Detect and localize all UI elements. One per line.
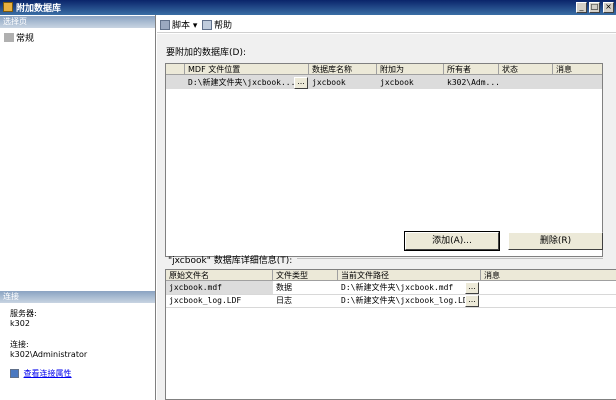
- close-button[interactable]: ×: [603, 2, 614, 13]
- connection-value: k302\Administrator: [10, 350, 88, 359]
- database-icon: [3, 2, 13, 12]
- owner-cell[interactable]: k302\Adm...: [444, 76, 499, 89]
- add-button[interactable]: 添加(A)...: [404, 231, 500, 251]
- current-path-cell[interactable]: D:\新建文件夹\jxcbook.mdf: [338, 281, 466, 294]
- grid-header[interactable]: 附加为: [377, 64, 444, 75]
- original-file-name-cell[interactable]: jxcbook_log.LDF: [166, 294, 273, 307]
- connection-label: 连接:: [10, 340, 29, 349]
- grid-header[interactable]: 状态: [499, 64, 553, 75]
- message-cell: [553, 76, 602, 89]
- select-page-header: 选择页: [0, 16, 155, 28]
- left-pane: 选择页 常规 连接 服务器: k302 连接: k302\Administrat…: [0, 15, 156, 400]
- page-icon: [4, 33, 14, 42]
- title-bar: 附加数据库 _ □ ×: [0, 0, 616, 15]
- browse-path-button[interactable]: ...: [465, 282, 479, 294]
- grid-header[interactable]: 文件类型: [273, 270, 338, 281]
- grid-header-blank: [166, 64, 185, 75]
- nav-item-general[interactable]: 常规: [4, 31, 34, 44]
- message-cell: [481, 281, 616, 294]
- file-type-cell: 日志: [276, 296, 292, 305]
- main-panel: 要附加的数据库(D): MDF 文件位置 数据库名称 附加为 所有者 状态 消息…: [157, 34, 616, 400]
- grid-header[interactable]: 所有者: [444, 64, 499, 75]
- divider: [297, 258, 603, 259]
- minimize-button[interactable]: _: [576, 2, 587, 13]
- attach-section-label: 要附加的数据库(D):: [166, 48, 246, 58]
- mdf-location-cell[interactable]: D:\新建文件夹\jxcbook...: [185, 76, 295, 89]
- view-connection-properties[interactable]: 查看连接属性: [10, 369, 72, 379]
- grid-header[interactable]: 消息: [481, 270, 616, 281]
- database-details-grid[interactable]: 原始文件名 文件类型 当前文件路径 消息 jxcbook.mdf 数据 D:\新…: [165, 269, 616, 400]
- help-label: 帮助: [214, 21, 233, 31]
- detail-section-label: "jxcbook" 数据库详细信息(T):: [168, 256, 293, 266]
- server-value: k302: [10, 319, 30, 328]
- script-icon: [160, 20, 170, 30]
- browse-mdf-button[interactable]: ...: [294, 77, 308, 89]
- message-cell: [481, 294, 616, 307]
- view-connection-link[interactable]: 查看连接属性: [24, 369, 72, 378]
- chevron-down-icon: ▾: [192, 21, 198, 31]
- grid-header[interactable]: 当前文件路径: [338, 270, 481, 281]
- properties-icon: [10, 369, 19, 378]
- browse-path-button[interactable]: ...: [465, 295, 479, 307]
- file-type-cell: 数据: [276, 283, 292, 292]
- maximize-button[interactable]: □: [589, 2, 600, 13]
- row-divider: [166, 294, 616, 295]
- help-icon: [202, 20, 212, 30]
- status-cell: [499, 76, 553, 89]
- help-button[interactable]: 帮助: [202, 18, 232, 31]
- row-divider: [166, 307, 616, 308]
- window-title: 附加数据库: [16, 4, 62, 14]
- connection-header: 连接: [0, 291, 155, 303]
- server-label: 服务器:: [10, 309, 37, 318]
- script-label: 脚本: [172, 21, 191, 31]
- database-name-cell[interactable]: jxcbook: [309, 76, 377, 89]
- grid-header[interactable]: MDF 文件位置: [185, 64, 309, 75]
- grid-header[interactable]: 原始文件名: [166, 270, 273, 281]
- attach-as-cell[interactable]: jxcbook: [377, 76, 444, 89]
- toolbar: 脚本 ▾ 帮助: [157, 15, 616, 33]
- nav-item-label: 常规: [16, 34, 35, 44]
- grid-header[interactable]: 数据库名称: [309, 64, 377, 75]
- attach-databases-grid[interactable]: MDF 文件位置 数据库名称 附加为 所有者 状态 消息 D:\新建文件夹\jx…: [165, 63, 603, 257]
- remove-button[interactable]: 删除(R): [508, 232, 603, 250]
- grid-header[interactable]: 消息: [553, 64, 602, 75]
- current-path-cell[interactable]: D:\新建文件夹\jxcbook_log.LDF: [338, 294, 466, 307]
- original-file-name-cell[interactable]: jxcbook.mdf: [166, 281, 273, 294]
- script-button[interactable]: 脚本 ▾: [160, 18, 197, 31]
